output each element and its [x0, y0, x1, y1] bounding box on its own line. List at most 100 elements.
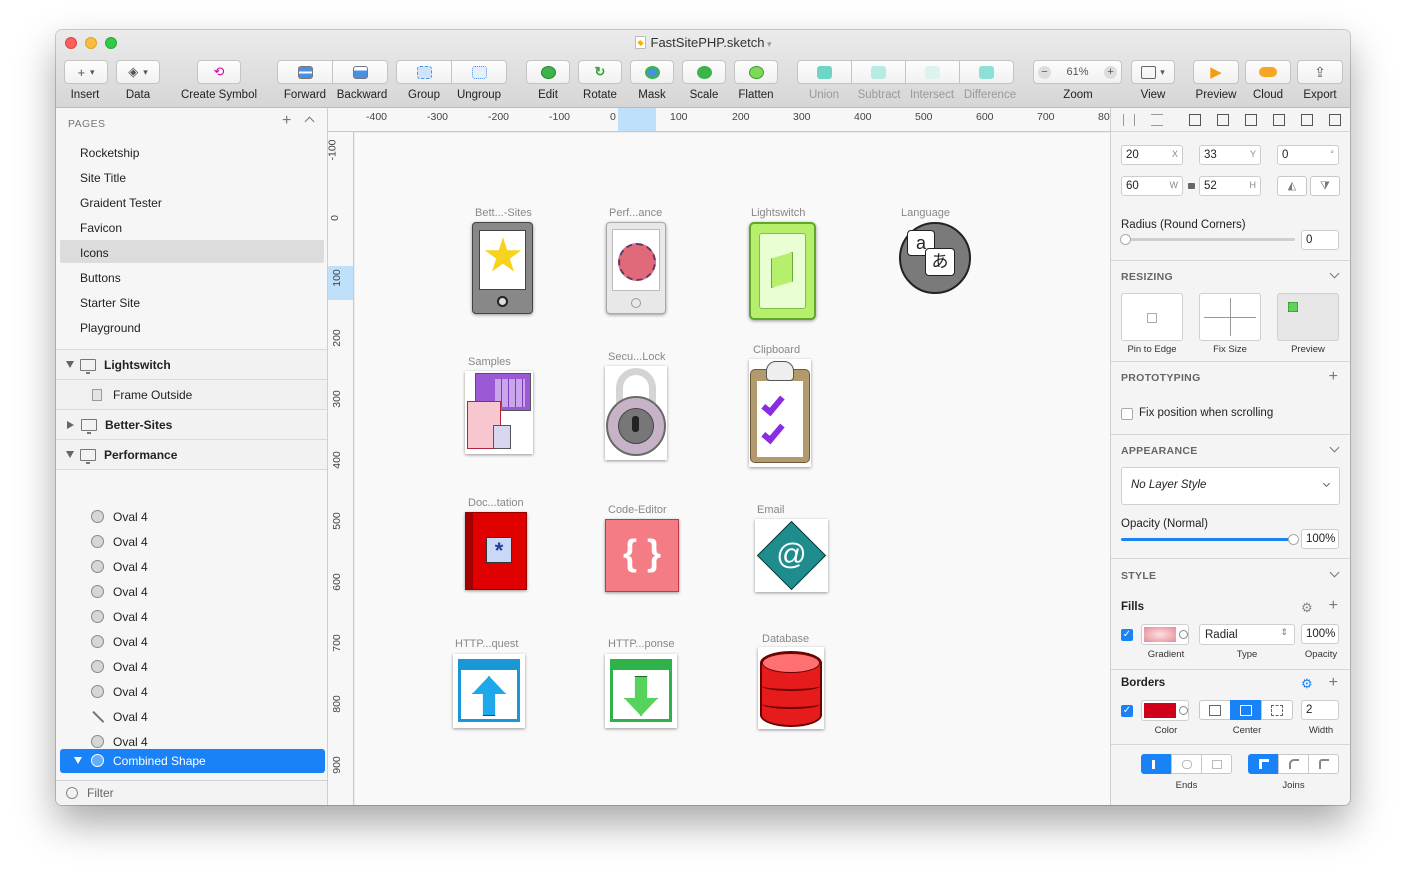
subtract-button[interactable]	[851, 60, 906, 84]
database-icon[interactable]	[758, 647, 824, 729]
align-middle-icon[interactable]	[1301, 114, 1313, 126]
slider-knob[interactable]	[1120, 234, 1131, 245]
http-request-icon[interactable]	[453, 654, 525, 728]
layer-filter-bar[interactable]: Filter	[56, 780, 327, 805]
intersect-button[interactable]	[905, 60, 960, 84]
opacity-input[interactable]: 100%	[1301, 529, 1339, 549]
line-end-square[interactable]	[1201, 754, 1232, 774]
fills-settings-icon[interactable]: ⚙	[1301, 600, 1313, 616]
rotation-input[interactable]: 0 °	[1277, 145, 1339, 165]
pin-to-edge-control[interactable]	[1121, 293, 1183, 341]
opacity-slider[interactable]	[1121, 534, 1299, 545]
security-lock-icon[interactable]	[605, 366, 667, 460]
artboard-label[interactable]: Samples	[468, 356, 511, 368]
flip-horizontal-button[interactable]: ◭	[1277, 176, 1307, 196]
distribute-vertical-icon[interactable]	[1151, 114, 1163, 126]
performance-icon[interactable]	[606, 222, 666, 314]
code-editor-icon[interactable]: { }	[605, 519, 679, 592]
flip-vertical-button[interactable]: ⧩	[1310, 176, 1340, 196]
artboard-label[interactable]: Clipboard	[753, 344, 800, 356]
create-symbol-button[interactable]: ⟲	[197, 60, 241, 84]
cloud-button[interactable]	[1245, 60, 1291, 84]
layer-frame-outside[interactable]: Frame Outside	[56, 379, 327, 409]
page-favicon[interactable]: Favicon	[80, 221, 122, 235]
add-border-icon[interactable]: +	[1329, 675, 1338, 691]
artboard-label[interactable]: HTTP...ponse	[608, 638, 674, 650]
samples-icon[interactable]	[465, 371, 533, 454]
layer-oval[interactable]: Oval 4	[113, 660, 148, 674]
line-join-round[interactable]	[1278, 754, 1309, 774]
fill-enabled-checkbox[interactable]: ✓	[1121, 629, 1133, 641]
border-color-well[interactable]	[1141, 700, 1189, 721]
artboard-label[interactable]: Lightswitch	[751, 207, 805, 219]
artboard-label[interactable]: Language	[901, 207, 950, 219]
layer-oval[interactable]: Oval 4	[113, 585, 148, 599]
width-input[interactable]: 60 W	[1121, 176, 1183, 196]
layer-artboard-lightswitch[interactable]: Lightswitch	[56, 349, 327, 379]
fill-color-well[interactable]	[1141, 624, 1189, 645]
export-button[interactable]: ⇪	[1297, 60, 1343, 84]
chevron-down-icon[interactable]	[1329, 442, 1340, 453]
add-prototyping-icon[interactable]: +	[1329, 369, 1338, 385]
forward-button[interactable]	[277, 60, 333, 84]
line-join-bevel[interactable]	[1308, 754, 1339, 774]
fix-size-control[interactable]	[1199, 293, 1261, 341]
canvas[interactable]: Bett...-Sites Perf...ance Lightswitch La…	[355, 133, 1110, 805]
layer-oval[interactable]: Oval 4	[113, 610, 148, 624]
collapse-pages-icon[interactable]	[304, 116, 315, 127]
align-center-icon[interactable]	[1217, 114, 1229, 126]
artboard-label[interactable]: Doc...tation	[468, 497, 524, 509]
add-fill-icon[interactable]: +	[1329, 598, 1338, 614]
artboard-label[interactable]: Perf...ance	[609, 207, 662, 219]
clipboard-icon[interactable]	[749, 359, 811, 467]
border-position-inside[interactable]	[1199, 700, 1231, 720]
align-bottom-icon[interactable]	[1329, 114, 1341, 126]
vertical-ruler[interactable]: -100 0 100 200 300 400 500 600 700 800 9…	[327, 132, 354, 805]
zoom-in-icon[interactable]: +	[1104, 65, 1117, 79]
y-position-input[interactable]: 33 Y	[1199, 145, 1261, 165]
insert-button[interactable]: + ▾	[64, 60, 108, 84]
borders-settings-icon[interactable]: ⚙	[1301, 676, 1313, 692]
edit-button[interactable]	[526, 60, 570, 84]
difference-button[interactable]	[959, 60, 1014, 84]
page-site-title[interactable]: Site Title	[80, 171, 126, 185]
documentation-icon[interactable]: *	[465, 512, 527, 590]
layer-style-dropdown[interactable]: No Layer Style	[1121, 467, 1340, 505]
border-position-center[interactable]	[1230, 700, 1262, 720]
x-position-input[interactable]: 20 X	[1121, 145, 1183, 165]
layer-combined-shape[interactable]: Combined Shape	[60, 749, 325, 773]
height-input[interactable]: 52 H	[1199, 176, 1261, 196]
rotate-button[interactable]: ↻	[578, 60, 622, 84]
page-playground[interactable]: Playground	[80, 321, 141, 335]
radius-input[interactable]: 0	[1301, 230, 1339, 250]
disclosure-right-icon[interactable]	[67, 420, 74, 429]
horizontal-ruler[interactable]: -400 -300 -200 -100 0 100 200 300 400 50…	[328, 108, 1110, 132]
page-starter-site[interactable]: Starter Site	[80, 296, 140, 310]
border-enabled-checkbox[interactable]: ✓	[1121, 705, 1133, 717]
flatten-button[interactable]	[734, 60, 778, 84]
group-button[interactable]	[396, 60, 452, 84]
mask-button[interactable]	[630, 60, 674, 84]
artboard-label[interactable]: Email	[757, 504, 785, 516]
fill-type-select[interactable]: Radial ⇕	[1199, 624, 1295, 645]
scale-button[interactable]	[682, 60, 726, 84]
data-button[interactable]: ◈ ▾	[116, 60, 160, 84]
align-left-icon[interactable]	[1189, 114, 1201, 126]
layer-oval[interactable]: Oval 4	[113, 735, 148, 749]
layer-oval[interactable]: Oval 4	[113, 510, 148, 524]
page-buttons[interactable]: Buttons	[80, 271, 121, 285]
union-button[interactable]	[797, 60, 852, 84]
align-top-icon[interactable]	[1273, 114, 1285, 126]
lock-ratio-icon[interactable]	[1188, 183, 1195, 189]
lightswitch-icon[interactable]	[749, 222, 816, 320]
backward-button[interactable]	[332, 60, 388, 84]
line-end-butt[interactable]	[1141, 754, 1172, 774]
align-right-icon[interactable]	[1245, 114, 1257, 126]
add-page-icon[interactable]: +	[282, 112, 291, 130]
zoom-control[interactable]: − 61% +	[1033, 60, 1122, 84]
layer-oval[interactable]: Oval 4	[113, 685, 148, 699]
preview-button[interactable]: ▶	[1193, 60, 1239, 84]
artboard-label[interactable]: Database	[762, 633, 809, 645]
zoom-out-icon[interactable]: −	[1038, 65, 1051, 79]
slider-knob[interactable]	[1288, 534, 1299, 545]
